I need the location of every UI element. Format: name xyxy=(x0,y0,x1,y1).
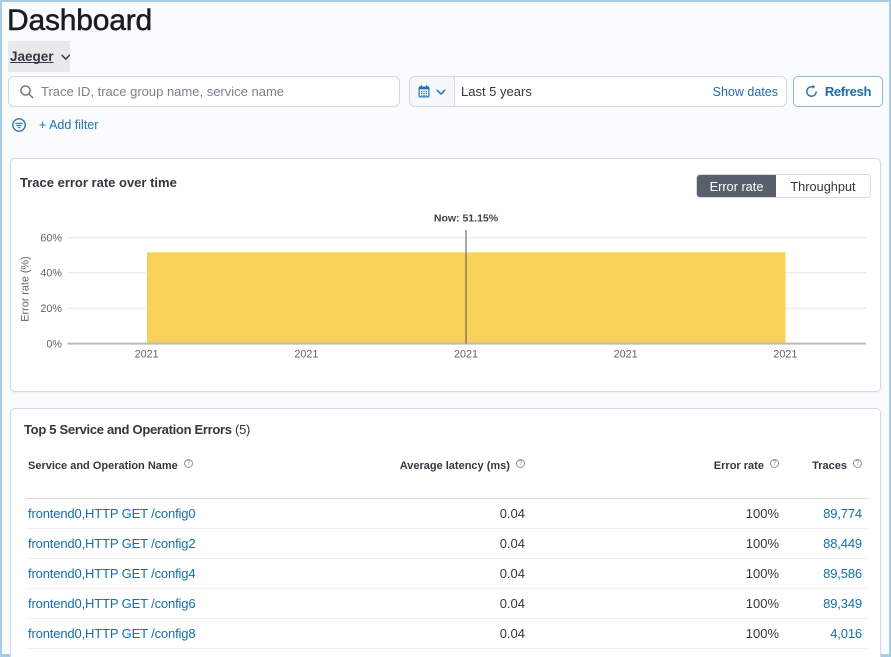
svg-text:2021: 2021 xyxy=(294,349,318,361)
svg-text:2021: 2021 xyxy=(135,349,159,361)
svg-text:2021: 2021 xyxy=(454,349,478,361)
svg-text:0%: 0% xyxy=(46,338,62,350)
svg-text:Now: 51.15%: Now: 51.15% xyxy=(434,213,499,225)
svg-text:60%: 60% xyxy=(40,232,62,244)
svg-text:2021: 2021 xyxy=(773,349,797,361)
svg-text:20%: 20% xyxy=(40,303,62,315)
svg-text:40%: 40% xyxy=(40,267,62,279)
svg-text:2021: 2021 xyxy=(614,349,638,361)
svg-text:Error rate (%): Error rate (%) xyxy=(20,256,32,321)
